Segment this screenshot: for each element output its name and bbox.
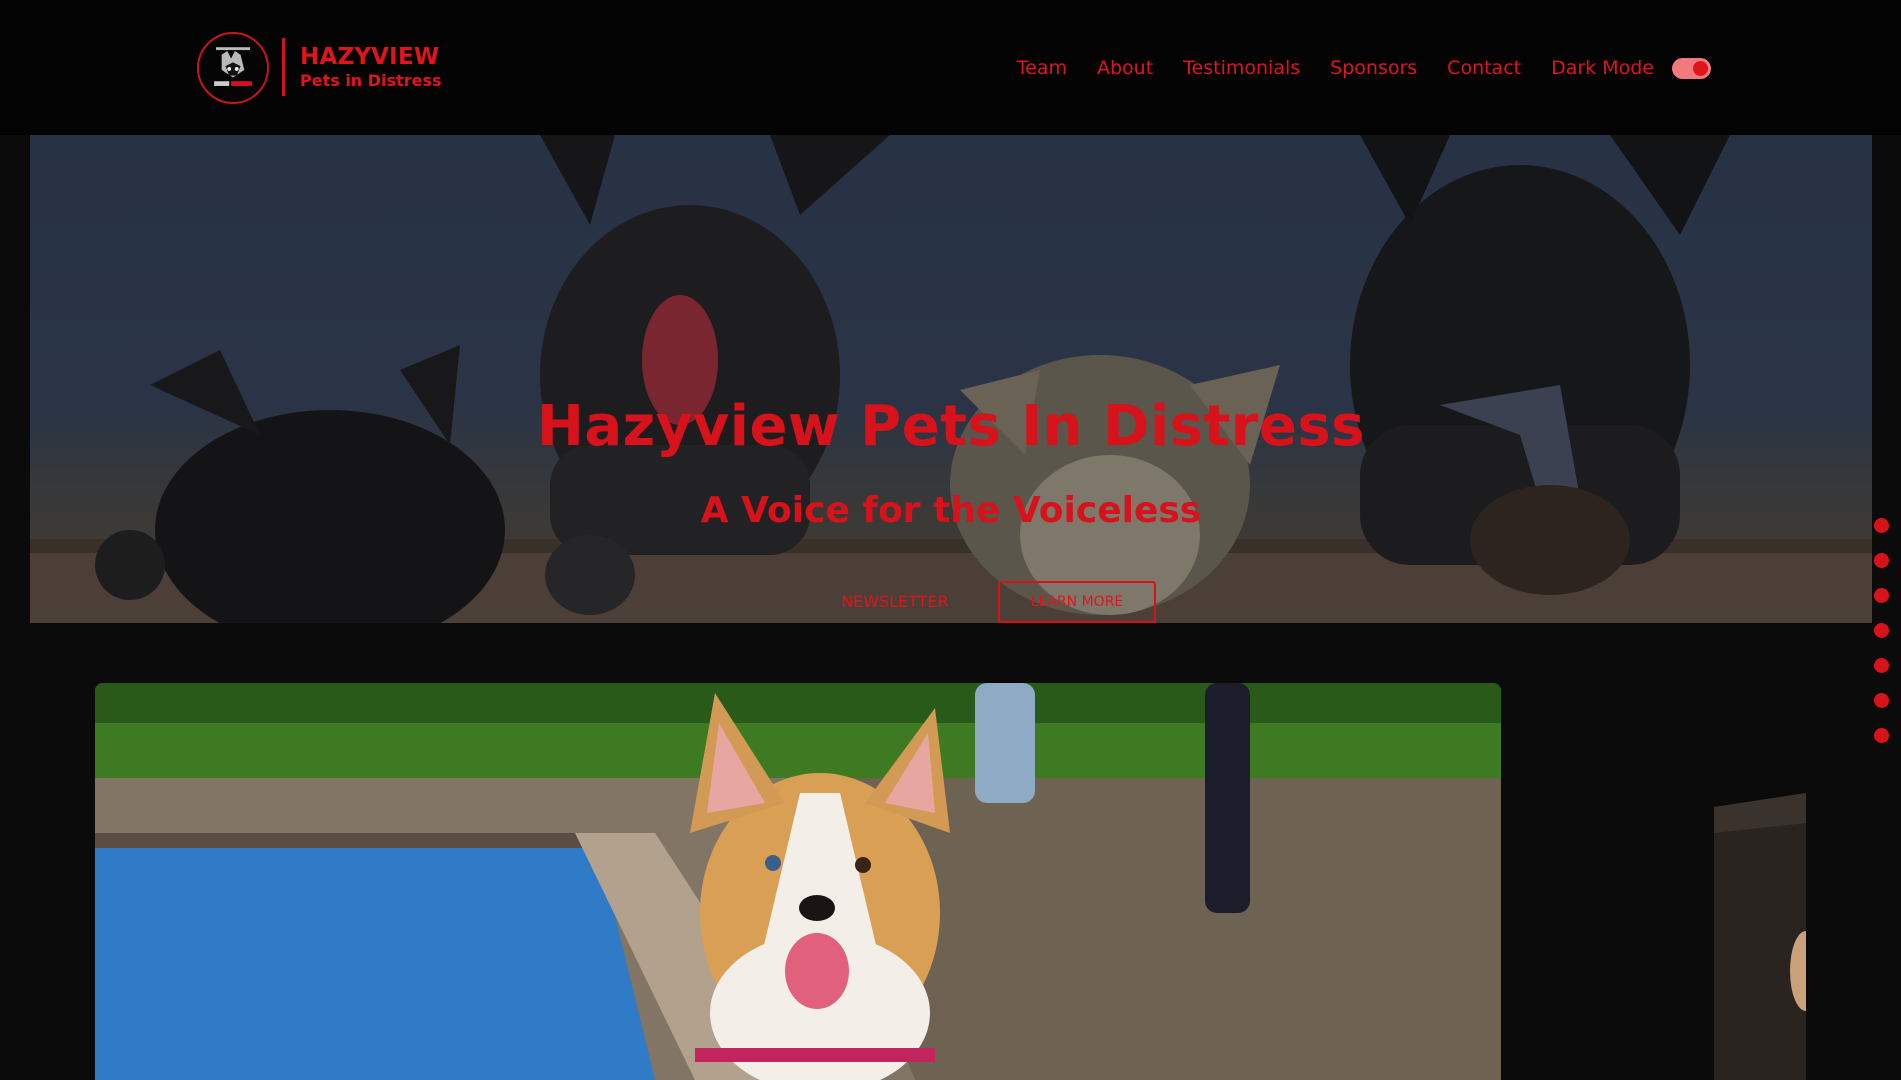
brand-tagline: Pets in Distress <box>300 71 442 90</box>
hero-banner: Hazyview Pets In Distress A Voice for th… <box>30 135 1872 623</box>
nav-link-about[interactable]: About <box>1097 50 1153 86</box>
section-dot[interactable] <box>1874 518 1889 533</box>
section-dot[interactable] <box>1874 553 1889 568</box>
section-dot[interactable] <box>1874 728 1889 743</box>
dark-mode-toggle[interactable] <box>1672 57 1711 79</box>
nav-link-team[interactable]: Team <box>1017 50 1067 86</box>
carousel-slide-current[interactable] <box>95 683 1501 1080</box>
newsletter-button[interactable]: NEWSLETTER <box>810 581 980 621</box>
section-dot[interactable] <box>1874 658 1889 673</box>
nav-link-sponsors[interactable]: Sponsors <box>1330 50 1417 86</box>
dog-photo-partial <box>1714 793 1806 1080</box>
dogs-hero-photo <box>30 135 1872 623</box>
brand-divider <box>282 38 285 96</box>
nav-link-contact[interactable]: Contact <box>1447 50 1521 86</box>
carousel-slide-next[interactable] <box>1714 793 1806 1080</box>
paw-hands-logo-icon <box>200 35 266 101</box>
navbar: HAZYVIEW Pets in Distress Team About Tes… <box>0 0 1901 135</box>
toggle-knob <box>1693 60 1708 76</box>
section-dot[interactable] <box>1874 623 1889 638</box>
corgi-photo <box>95 683 1501 1080</box>
hero-subtitle: A Voice for the Voiceless <box>700 490 1202 531</box>
brand-name[interactable]: HAZYVIEW <box>300 44 439 70</box>
dark-mode-label: Dark Mode <box>1551 57 1654 79</box>
learn-more-button[interactable]: LEARN MORE <box>998 581 1156 623</box>
brand-logo[interactable] <box>197 32 269 104</box>
nav-link-testimonials[interactable]: Testimonials <box>1183 50 1300 86</box>
section-dots <box>1874 518 1889 743</box>
nav-menu: Team About Testimonials Sponsors Contact… <box>1017 50 1711 86</box>
section-dot[interactable] <box>1874 588 1889 603</box>
section-dot[interactable] <box>1874 693 1889 708</box>
hero-title: Hazyview Pets In Distress <box>536 394 1366 459</box>
